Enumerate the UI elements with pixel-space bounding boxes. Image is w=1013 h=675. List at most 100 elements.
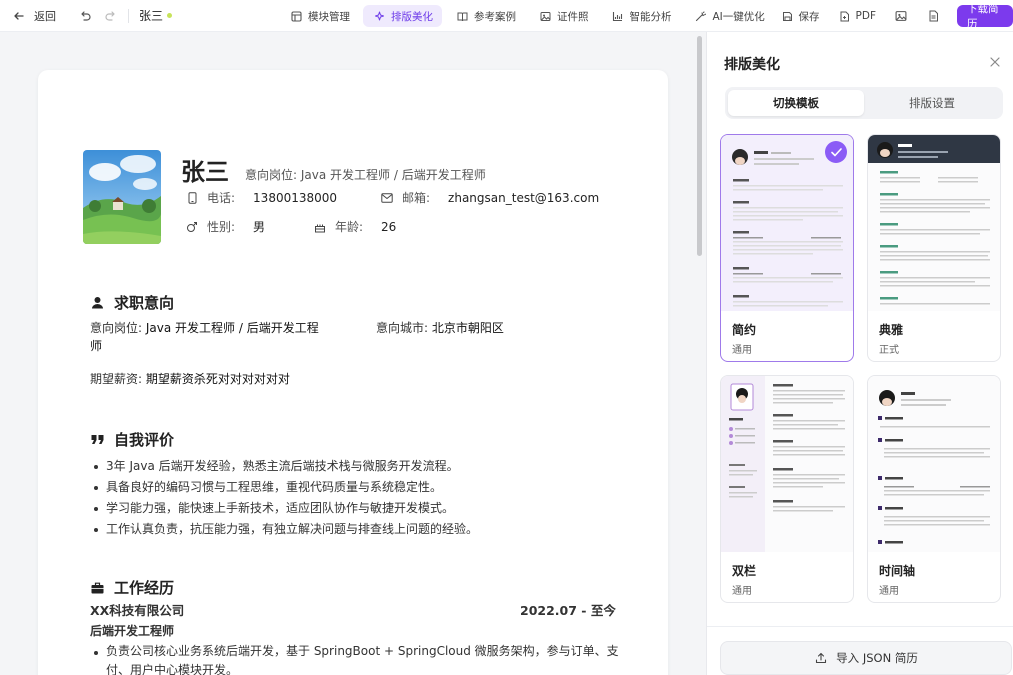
- pdf-label: PDF: [855, 10, 876, 22]
- import-json-label: 导入 JSON 简历: [836, 651, 918, 665]
- age-row[interactable]: 年龄: 26: [313, 218, 396, 235]
- panel-tabs: 切换模板 排版设置: [725, 87, 1003, 119]
- template-card-two-column[interactable]: 双栏 通用: [720, 375, 854, 603]
- template-name: 时间轴: [879, 564, 916, 578]
- import-json-button[interactable]: 导入 JSON 简历: [720, 641, 1012, 675]
- email-label: 邮箱:: [402, 191, 431, 205]
- unsaved-dot-icon: [167, 13, 173, 18]
- intent-position-value-wrap: 师: [90, 339, 103, 353]
- work-role[interactable]: 后端开发工程师: [90, 622, 174, 640]
- image-icon: [538, 9, 552, 23]
- export-image-button[interactable]: [887, 5, 915, 27]
- nav-reference-cases[interactable]: 参考案例: [446, 5, 525, 27]
- template-card-timeline[interactable]: 时间轴 通用: [867, 375, 1001, 603]
- section-title-work[interactable]: 工作经历: [90, 577, 174, 598]
- template-preview: [721, 376, 853, 552]
- briefcase-icon: [90, 581, 104, 595]
- pdf-button[interactable]: PDF: [831, 5, 883, 27]
- back-label: 返回: [34, 9, 56, 23]
- nav-label: 参考案例: [474, 10, 516, 23]
- phone-row[interactable]: 电话: 13800138000: [185, 189, 337, 206]
- top-toolbar: 返回 张三 模块管理 排版美化 参考案例 证件照 智能分析 AI一键优化 保存 …: [0, 0, 1013, 32]
- sparkle-icon: [372, 9, 386, 23]
- work-item-line: 付、用户中心模块开发。: [106, 663, 239, 675]
- export-doc-button[interactable]: [919, 5, 947, 27]
- tab-layout-settings[interactable]: 排版设置: [864, 90, 1000, 116]
- section-title-text: 工作经历: [114, 579, 175, 597]
- nav-ai-optimize[interactable]: AI一键优化: [685, 5, 774, 27]
- save-button[interactable]: 保存: [774, 5, 827, 27]
- gender-icon: [185, 220, 199, 234]
- list-item[interactable]: 学习能力强，能快速上手新技术，适应团队协作与敏捷开发模式。: [90, 498, 478, 519]
- document-name[interactable]: 张三: [139, 7, 173, 24]
- nav-label: 智能分析: [629, 10, 672, 23]
- phone-value: 13800138000: [253, 190, 338, 205]
- document-scrollbar[interactable]: [697, 36, 702, 256]
- age-value: 26: [381, 219, 397, 234]
- toolbar-divider: [128, 8, 129, 23]
- template-name: 简约: [732, 323, 757, 337]
- download-resume-button[interactable]: 下载简历: [957, 3, 1013, 30]
- document-canvas: 张三 意向岗位: Java 开发工程师 / 后端开发工程师 电话: 138001…: [0, 32, 706, 675]
- nav-label: 证件照: [557, 10, 589, 23]
- intent-city-label: 意向城市:: [376, 321, 429, 335]
- layout-icon: [289, 9, 303, 23]
- avatar-photo[interactable]: [83, 150, 161, 244]
- nav-id-photo[interactable]: 证件照: [529, 5, 598, 27]
- template-card-elegant[interactable]: 典雅 正式: [867, 134, 1001, 362]
- work-company[interactable]: XX科技有限公司: [90, 602, 184, 620]
- template-category: 通用: [879, 586, 899, 597]
- intent-position[interactable]: 意向岗位: Java 开发工程师 / 后端开发工程 师: [90, 319, 330, 355]
- intent-salary-value: 期望薪资杀死对对对对对对: [145, 372, 290, 386]
- work-item-line: 负责公司核心业务系统后端开发，基于 SpringBoot + SpringClo…: [106, 644, 619, 658]
- template-category: 通用: [732, 345, 752, 356]
- phone-label: 电话:: [207, 191, 236, 205]
- gender-label: 性别:: [207, 220, 236, 234]
- nav-label: 模块管理: [308, 10, 350, 23]
- file-pdf-icon: [838, 9, 852, 23]
- nav-label: AI一键优化: [712, 10, 765, 23]
- list-item[interactable]: 具备良好的编码习惯与工程思维，重视代码质量与系统稳定性。: [90, 477, 478, 498]
- undo-icon[interactable]: [78, 9, 92, 23]
- document-name-text: 张三: [139, 9, 164, 23]
- layout-panel: 排版美化 切换模板 排版设置 简约 通用 典雅 正式 双栏 通用 时间轴 通用 …: [706, 32, 1013, 675]
- section-title-intent[interactable]: 求职意向: [90, 292, 174, 313]
- intent-position-label: 意向岗位:: [90, 321, 143, 335]
- nav-layout-beautify[interactable]: 排版美化: [363, 5, 442, 27]
- upload-icon: [814, 651, 828, 665]
- back-button[interactable]: 返回: [12, 8, 56, 24]
- cake-icon: [313, 220, 327, 234]
- mail-icon: [380, 191, 394, 205]
- intent-city[interactable]: 意向城市: 北京市朝阳区: [376, 319, 504, 337]
- age-label: 年龄:: [335, 220, 364, 234]
- section-title-self[interactable]: 自我评价: [90, 429, 174, 450]
- resume-intent-line[interactable]: 意向岗位: Java 开发工程师 / 后端开发工程师: [245, 166, 486, 183]
- resume-name[interactable]: 张三: [181, 152, 229, 187]
- section-title-text: 自我评价: [114, 431, 175, 449]
- nav-smart-analysis[interactable]: 智能分析: [602, 5, 681, 27]
- panel-divider: [707, 626, 1013, 627]
- gender-value: 男: [253, 220, 266, 234]
- redo-icon[interactable]: [104, 9, 118, 23]
- gender-row[interactable]: 性别: 男: [185, 218, 265, 235]
- save-label: 保存: [798, 10, 820, 23]
- email-value: zhangsan_test@163.com: [448, 190, 600, 205]
- intent-salary[interactable]: 期望薪资: 期望薪资杀死对对对对对对: [90, 370, 290, 388]
- main-nav: 模块管理 排版美化 参考案例 证件照 智能分析 AI一键优化: [280, 0, 774, 32]
- template-preview: [868, 135, 1000, 311]
- close-icon[interactable]: [989, 56, 1001, 68]
- tab-switch-template[interactable]: 切换模板: [728, 90, 864, 116]
- list-item[interactable]: 3年 Java 后端开发经验，熟悉主流后端技术栈与微服务开发流程。: [90, 456, 478, 477]
- user-icon: [90, 296, 104, 310]
- section-title-text: 求职意向: [114, 294, 175, 312]
- arrow-left-icon: [12, 9, 26, 23]
- list-item[interactable]: 负责公司核心业务系统后端开发，基于 SpringBoot + SpringClo…: [90, 642, 630, 675]
- list-item[interactable]: 工作认真负责，抗压能力强，有独立解决问题与排查线上问题的经验。: [90, 519, 478, 540]
- check-icon: [825, 141, 847, 163]
- email-row[interactable]: 邮箱: zhangsan_test@163.com: [380, 189, 599, 206]
- intent-salary-label: 期望薪资:: [90, 372, 143, 386]
- template-card-simple[interactable]: 简约 通用: [720, 134, 854, 362]
- work-period[interactable]: 2022.07 - 至今: [520, 602, 616, 620]
- nav-module-manage[interactable]: 模块管理: [280, 5, 359, 27]
- resume-paper: 张三 意向岗位: Java 开发工程师 / 后端开发工程师 电话: 138001…: [38, 70, 668, 675]
